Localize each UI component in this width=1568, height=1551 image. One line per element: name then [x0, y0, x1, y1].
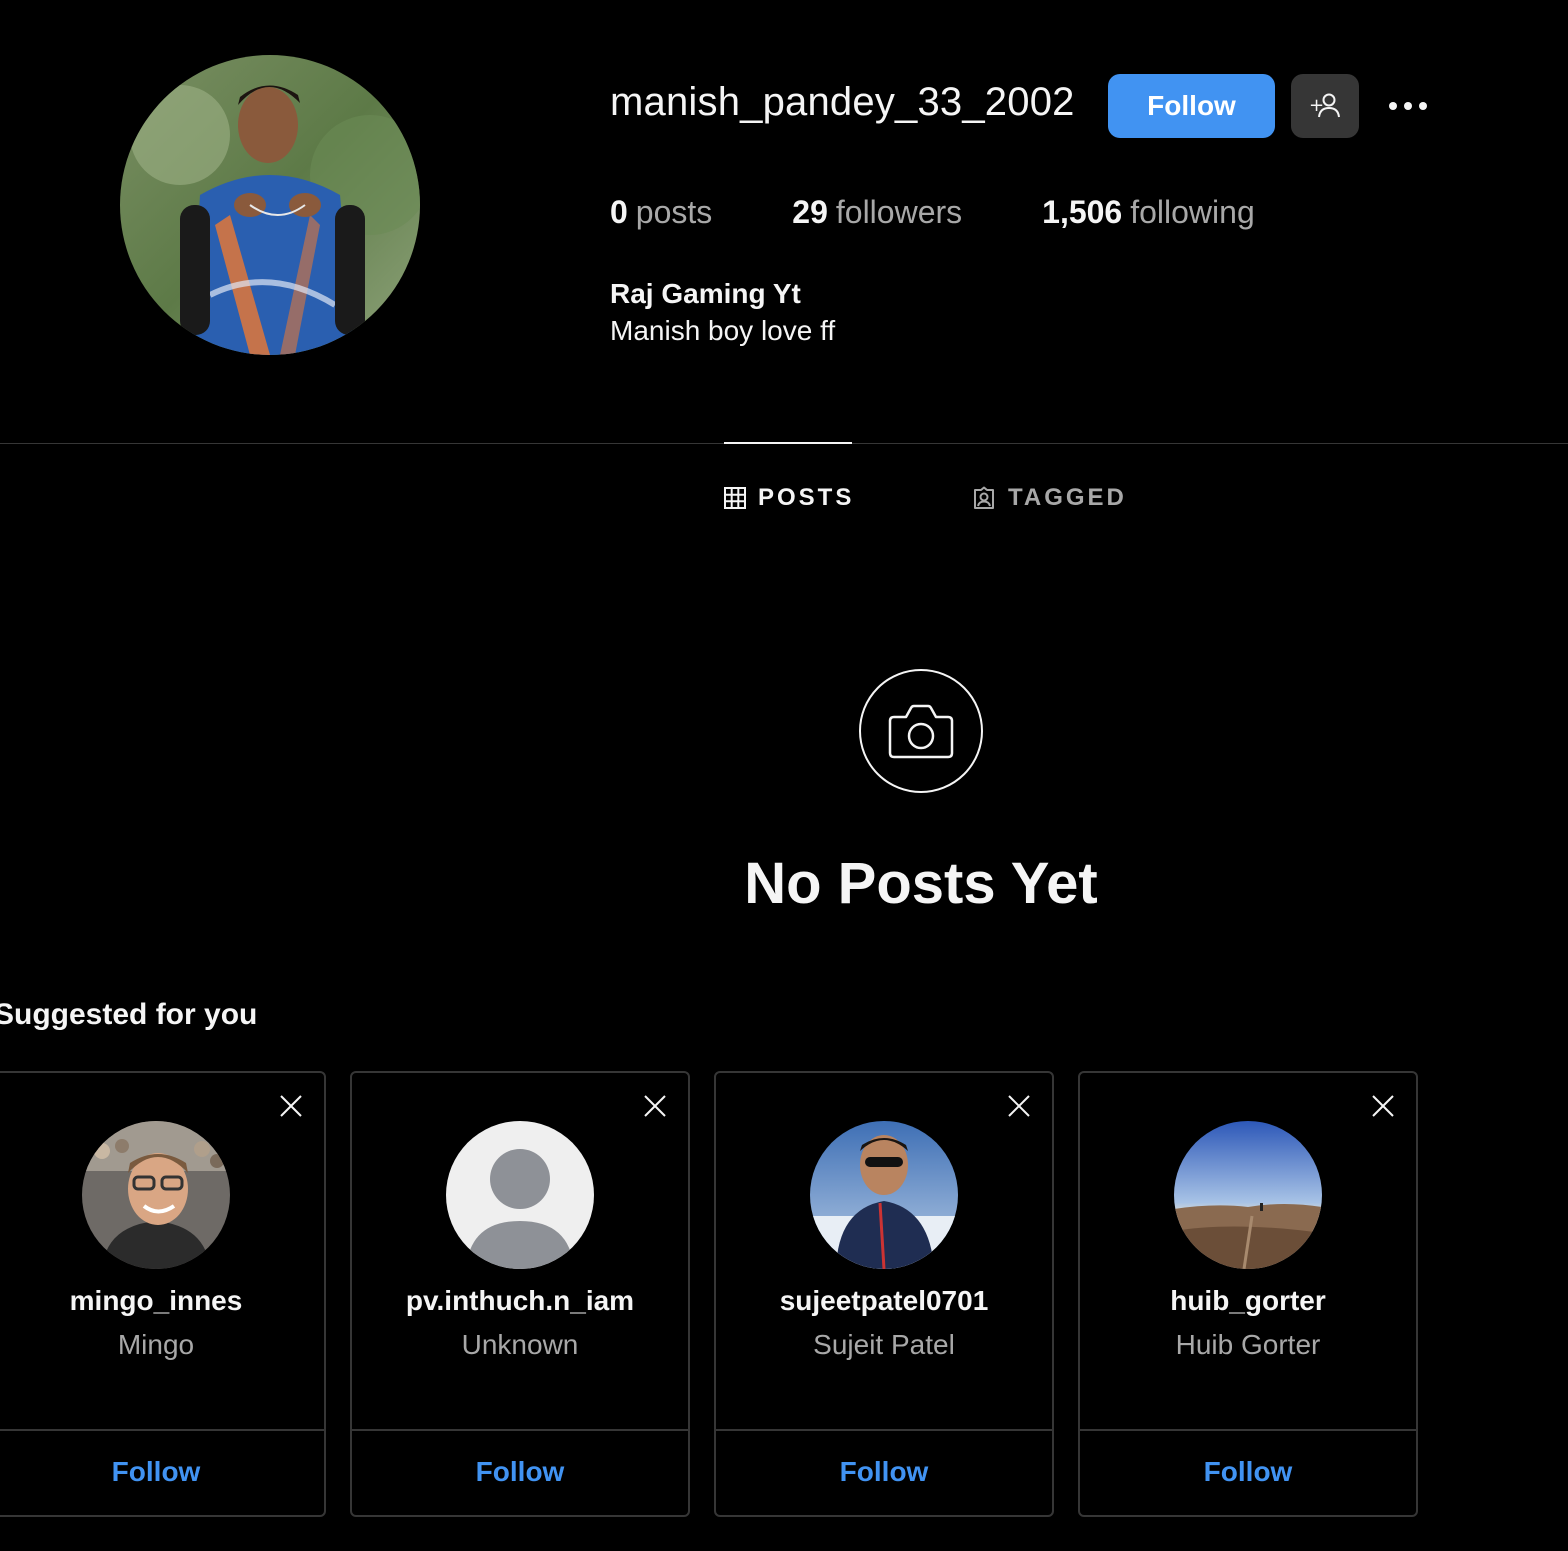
close-icon[interactable] — [1006, 1093, 1032, 1119]
dot-icon — [1419, 102, 1427, 110]
posts-stat: 0 posts — [610, 194, 712, 231]
profile-stats: 0 posts 29 followers 1,506 following — [610, 194, 1335, 231]
more-options-button[interactable] — [1380, 86, 1436, 126]
suggested-follow-button[interactable]: Follow — [352, 1429, 688, 1515]
profile-username: manish_pandey_33_2002 — [610, 80, 1075, 124]
camera-icon — [888, 704, 954, 759]
suggested-fullname: Unknown — [461, 1329, 579, 1360]
suggested-card: huib_gorter Huib Gorter Follow — [1078, 1071, 1418, 1517]
tab-posts[interactable]: POSTS — [724, 484, 854, 512]
following-label: following — [1130, 194, 1255, 230]
bio-name: Raj Gaming Yt — [610, 278, 801, 309]
empty-state-camera — [859, 669, 983, 793]
following-count: 1,506 — [1042, 194, 1123, 230]
suggested-username[interactable]: sujeetpatel0701 — [716, 1285, 1052, 1317]
follow-button[interactable]: Follow — [1108, 74, 1275, 138]
tab-tagged[interactable]: TAGGED — [972, 484, 1127, 512]
suggested-fullname: Sujeit Patel — [813, 1329, 955, 1360]
suggested-follow-button[interactable]: Follow — [1080, 1429, 1416, 1515]
add-person-icon: + — [1309, 93, 1340, 118]
dot-icon — [1389, 102, 1397, 110]
active-tab-indicator — [724, 442, 852, 444]
close-icon[interactable] — [642, 1093, 668, 1119]
empty-state-title: No Posts Yet — [744, 851, 1098, 916]
svg-text:+: + — [1309, 95, 1324, 116]
suggested-username[interactable]: mingo_innes — [0, 1285, 324, 1317]
suggested-username[interactable]: huib_gorter — [1080, 1285, 1416, 1317]
suggested-fullname: Mingo — [117, 1329, 195, 1360]
suggested-card: pv.inthuch.n_iam Unknown Follow — [350, 1071, 690, 1517]
suggested-username[interactable]: pv.inthuch.n_iam — [352, 1285, 688, 1317]
posts-count: 0 — [610, 194, 628, 230]
tab-posts-label: POSTS — [758, 484, 855, 511]
close-icon[interactable] — [1370, 1093, 1396, 1119]
suggested-fullname: Huib Gorter — [1175, 1329, 1321, 1360]
suggested-avatar[interactable] — [1174, 1121, 1322, 1269]
posts-label: posts — [635, 194, 713, 230]
followers-label: followers — [835, 194, 963, 230]
suggested-follow-button[interactable]: Follow — [716, 1429, 1052, 1515]
suggested-avatar[interactable] — [446, 1121, 594, 1269]
default-avatar-icon — [446, 1121, 594, 1269]
suggested-title: Suggested for you — [0, 998, 258, 1031]
grid-icon — [724, 487, 746, 509]
suggested-avatar[interactable] — [82, 1121, 230, 1269]
followers-count: 29 — [792, 194, 828, 230]
dot-icon — [1404, 102, 1412, 110]
followers-stat[interactable]: 29 followers — [792, 194, 962, 231]
bio-text: Manish boy love ff — [610, 315, 836, 346]
suggested-avatar[interactable] — [810, 1121, 958, 1269]
suggested-users-button[interactable]: + — [1291, 74, 1359, 138]
tagged-icon — [974, 486, 994, 509]
suggested-follow-button[interactable]: Follow — [0, 1429, 324, 1515]
profile-page: manish_pandey_33_2002 Follow + 0 posts 29… — [0, 0, 1568, 1551]
following-stat[interactable]: 1,506 following — [1042, 194, 1255, 231]
profile-avatar[interactable] — [120, 55, 420, 355]
suggested-card: sujeetpatel0701 Sujeit Patel Follow — [714, 1071, 1054, 1517]
suggested-card: mingo_innes Mingo Follow — [0, 1071, 326, 1517]
close-icon[interactable] — [278, 1093, 304, 1119]
tab-tagged-label: TAGGED — [1008, 484, 1127, 511]
